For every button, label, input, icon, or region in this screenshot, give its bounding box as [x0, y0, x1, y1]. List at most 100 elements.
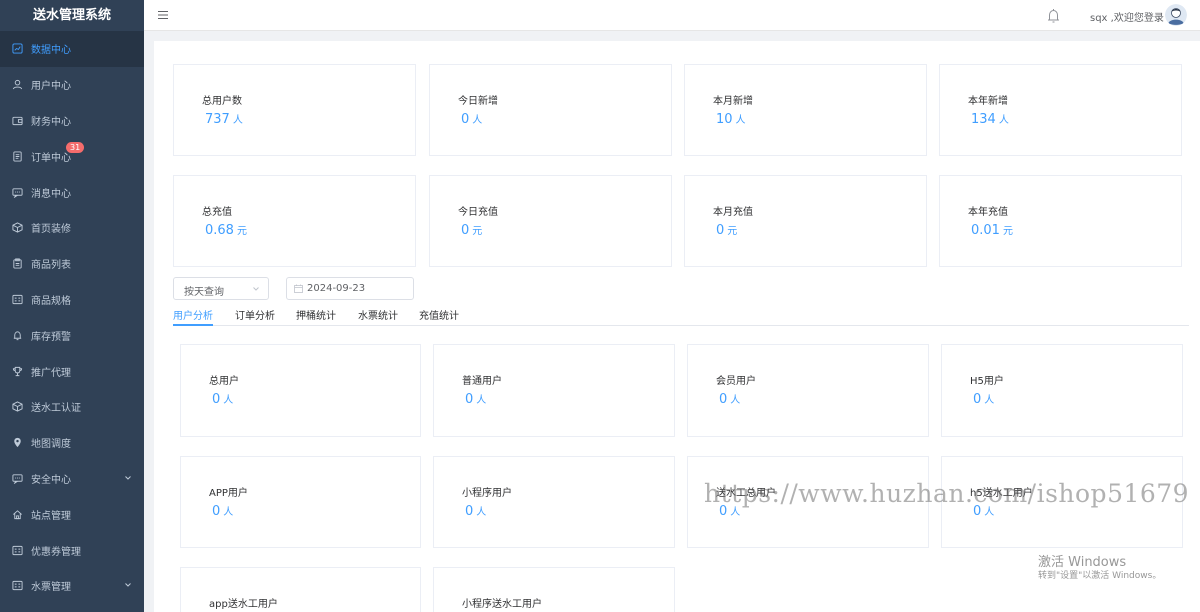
- dashboard-icon: [11, 43, 23, 55]
- sidebar-item-label: 财务中心: [31, 116, 71, 128]
- stat-card-month-new: 本月新增 10 人: [684, 64, 927, 156]
- sidebar-item-promotion-agent[interactable]: 推广代理: [0, 353, 144, 389]
- sidebar-item-label: 推广代理: [31, 367, 71, 379]
- tab-water-ticket-stats[interactable]: 水票统计: [358, 307, 398, 326]
- stat-label: 总用户数: [202, 96, 242, 107]
- analysis-card-total-users: 总用户 0人: [180, 344, 421, 437]
- sidebar-item-product-spec[interactable]: 商品规格: [0, 282, 144, 318]
- date-value: 2024-09-23: [307, 283, 366, 294]
- tab-user-analysis[interactable]: 用户分析: [173, 307, 213, 326]
- bell-icon: [11, 329, 23, 341]
- sidebar-item-finance-center[interactable]: 财务中心: [0, 103, 144, 139]
- analysis-card-member-users: 会员用户 0人: [687, 344, 929, 437]
- welcome-text: sqx ,欢迎您登录: [1090, 13, 1164, 24]
- stat-label: 总用户: [209, 376, 239, 387]
- stat-label: 本年充值: [968, 207, 1008, 218]
- stat-label: 普通用户: [462, 376, 502, 387]
- avatar[interactable]: [1165, 4, 1187, 26]
- hamburger-icon[interactable]: [157, 9, 169, 21]
- stat-label: 小程序送水工用户: [462, 599, 542, 610]
- sidebar-menu: 数据中心 用户中心 财务中心 订单中心 31 消息中心 首页装修 商品列表 商品…: [0, 31, 144, 604]
- sidebar-item-user-center[interactable]: 用户中心: [0, 67, 144, 103]
- stat-value: 0人: [465, 392, 487, 407]
- box-icon: [11, 222, 23, 234]
- sidebar-item-home-decoration[interactable]: 首页装修: [0, 210, 144, 246]
- sidebar-item-data-center[interactable]: 数据中心: [0, 31, 144, 67]
- clipboard-icon: [11, 258, 23, 270]
- sidebar-item-message-center[interactable]: 消息中心: [0, 174, 144, 210]
- stat-label: APP用户: [209, 488, 248, 499]
- chevron-down-icon: [253, 287, 259, 291]
- stat-value: 0人: [465, 504, 487, 519]
- sidebar-item-label: 商品列表: [31, 260, 71, 272]
- order-count-badge: 31: [66, 142, 85, 154]
- grid-icon: [11, 580, 23, 592]
- app-title: 送水管理系统: [32, 8, 111, 23]
- stat-label: 今日新增: [458, 96, 498, 107]
- stat-label: H5用户: [970, 376, 1004, 387]
- bell-icon[interactable]: [1046, 8, 1061, 24]
- sidebar-item-coupon-management[interactable]: 优惠券管理: [0, 532, 144, 568]
- sidebar-item-stock-warning[interactable]: 库存预警: [0, 317, 144, 353]
- sidebar-item-label: 数据中心: [31, 45, 71, 57]
- sidebar-item-label: 消息中心: [31, 188, 71, 200]
- stat-value: 0.01 元: [971, 223, 1013, 238]
- tab-bucket-stats[interactable]: 押桶统计: [296, 307, 336, 326]
- sidebar: 送水管理系统 数据中心 用户中心 财务中心 订单中心 31 消息中心 首页装修: [0, 0, 144, 612]
- analysis-card-app-courier-users: app送水工用户: [180, 567, 421, 612]
- stat-card-month-recharge: 本月充值 0元: [684, 175, 927, 267]
- chat-icon: [11, 186, 23, 198]
- sidebar-item-label: 首页装修: [31, 224, 71, 236]
- analysis-card-h5-users: H5用户 0人: [941, 344, 1183, 437]
- stat-card-total-users: 总用户数 737 人: [173, 64, 416, 156]
- stat-label: 会员用户: [716, 376, 756, 387]
- query-mode-select[interactable]: 按天查询: [173, 277, 269, 300]
- stat-value: 737 人: [205, 112, 243, 127]
- tab-order-analysis[interactable]: 订单分析: [235, 307, 275, 326]
- stat-value: 0人: [212, 504, 234, 519]
- watermark-text: https://www.huzhan.com/ishop51679: [704, 479, 1190, 508]
- stat-value: 0.68 元: [205, 223, 247, 238]
- date-picker[interactable]: 2024-09-23: [286, 277, 414, 300]
- box-icon: [11, 401, 23, 413]
- stat-card-year-recharge: 本年充值 0.01 元: [939, 175, 1182, 267]
- location-icon: [11, 437, 23, 449]
- sidebar-item-station-management[interactable]: 站点管理: [0, 496, 144, 532]
- sidebar-item-courier-verification[interactable]: 送水工认证: [0, 389, 144, 425]
- sidebar-item-label: 商品规格: [31, 295, 71, 307]
- grid-icon: [11, 544, 23, 556]
- stat-value: 0元: [716, 223, 738, 238]
- stat-label: 今日充值: [458, 207, 498, 218]
- stat-value: 0人: [719, 392, 741, 407]
- stat-value: 0人: [212, 392, 234, 407]
- tab-recharge-stats[interactable]: 充值统计: [419, 307, 459, 326]
- stat-card-year-new: 本年新增 134 人: [939, 64, 1182, 156]
- user-icon: [11, 79, 23, 91]
- chevron-down-icon: [125, 583, 131, 587]
- trophy-icon: [11, 365, 23, 377]
- stat-card-today-new: 今日新增 0人: [429, 64, 672, 156]
- sidebar-item-security-center[interactable]: 安全中心: [0, 461, 144, 497]
- sidebar-item-product-list[interactable]: 商品列表: [0, 246, 144, 282]
- sidebar-item-label: 库存预警: [31, 331, 71, 343]
- sidebar-item-water-ticket-management[interactable]: 水票管理: [0, 568, 144, 604]
- analysis-card-miniprogram-courier-users: 小程序送水工用户: [433, 567, 675, 612]
- analysis-card-miniprogram-users: 小程序用户 0人: [433, 456, 675, 548]
- stat-value: 0元: [461, 223, 483, 238]
- calendar-icon: [294, 284, 303, 293]
- stat-label: 小程序用户: [462, 488, 512, 499]
- sidebar-item-label: 安全中心: [31, 474, 71, 486]
- query-mode-value: 按天查询: [184, 287, 224, 298]
- stat-value: 134 人: [971, 112, 1009, 127]
- document-icon: [11, 150, 23, 162]
- home-icon: [11, 508, 23, 520]
- stat-label: app送水工用户: [209, 599, 278, 610]
- sidebar-item-map-dispatch[interactable]: 地图调度: [0, 425, 144, 461]
- sidebar-item-label: 送水工认证: [31, 403, 81, 415]
- sidebar-item-label: 水票管理: [31, 582, 71, 594]
- stat-label: 本月新增: [713, 96, 753, 107]
- chat-icon: [11, 472, 23, 484]
- analysis-card-normal-users: 普通用户 0人: [433, 344, 675, 437]
- sidebar-item-label: 用户中心: [31, 81, 71, 93]
- sidebar-item-order-center[interactable]: 订单中心 31: [0, 138, 144, 174]
